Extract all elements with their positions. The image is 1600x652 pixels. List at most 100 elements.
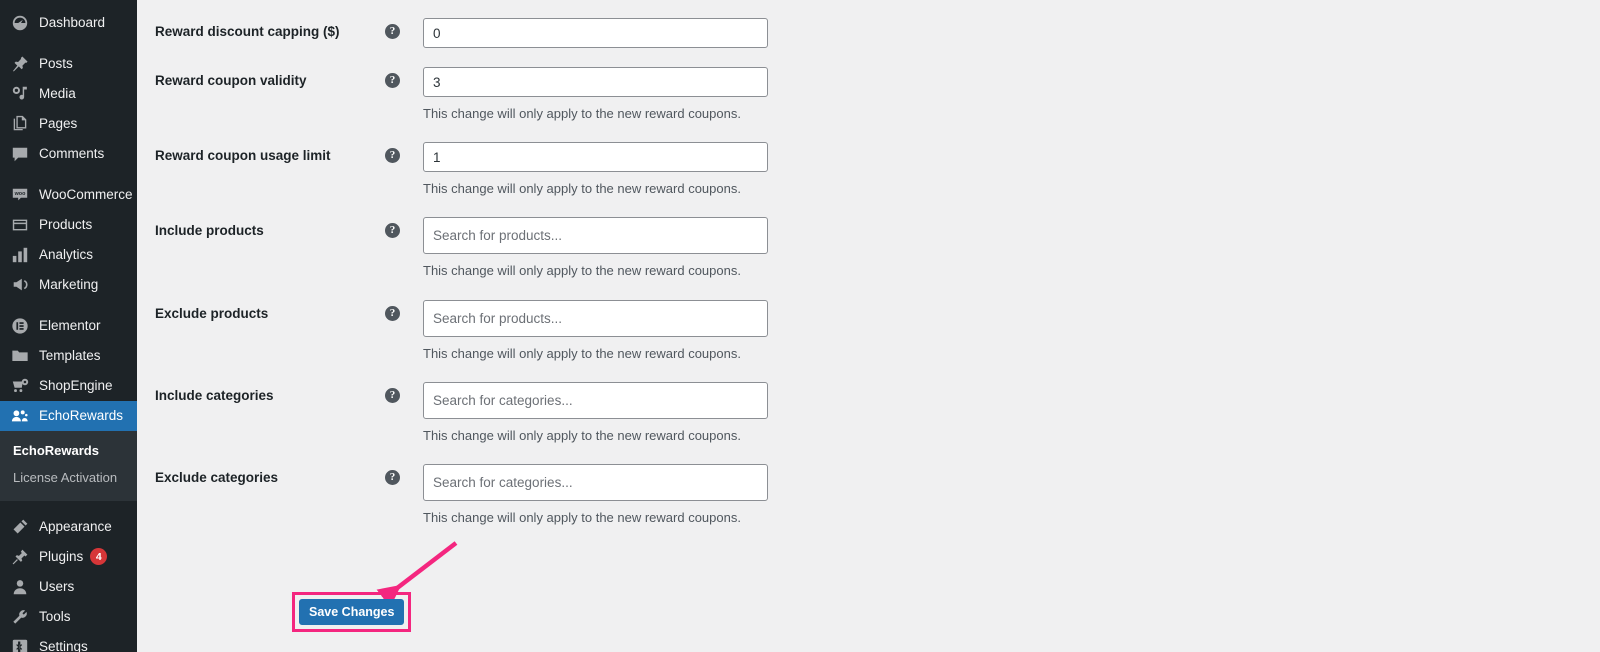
sidebar-item-marketing[interactable]: Marketing bbox=[0, 270, 137, 300]
sidebar-item-label: Elementor bbox=[39, 318, 101, 334]
sidebar-item-users[interactable]: Users bbox=[0, 572, 137, 602]
sidebar-item-label: EchoRewards bbox=[39, 408, 124, 424]
field-row-reward-coupon-validity: Reward coupon validity? This change will … bbox=[137, 67, 1600, 123]
sidebar-item-label: Tools bbox=[39, 609, 71, 625]
field-help-text: This change will only apply to the new r… bbox=[423, 263, 741, 279]
update-count-badge: 4 bbox=[90, 548, 108, 566]
field-row-include-categories: Include categories? This change will only… bbox=[137, 381, 1600, 445]
svg-text:woo: woo bbox=[14, 191, 26, 197]
help-tooltip-icon[interactable]: ? bbox=[385, 223, 400, 239]
dashboard-icon bbox=[10, 13, 30, 33]
field-help-text: This change will only apply to the new r… bbox=[423, 345, 741, 361]
sidebar-item-appearance[interactable]: Appearance bbox=[0, 512, 137, 542]
sidebar-item-label: Posts bbox=[39, 56, 73, 72]
field-label-reward-coupon-validity: Reward coupon validity bbox=[155, 73, 307, 88]
help-tooltip-icon[interactable]: ? bbox=[385, 148, 400, 164]
sidebar-item-label: Templates bbox=[39, 348, 101, 364]
field-control-exclude-products: This change will only apply to the new r… bbox=[423, 299, 1600, 363]
settings-form: Reward discount capping ($)?Reward coupo… bbox=[137, 18, 1600, 527]
sidebar-item-templates[interactable]: Templates bbox=[0, 341, 137, 371]
sidebar-item-settings[interactable]: Settings bbox=[0, 632, 137, 652]
help-column: ? bbox=[385, 464, 423, 485]
field-control-exclude-categories: This change will only apply to the new r… bbox=[423, 463, 1600, 527]
sidebar-item-analytics[interactable]: Analytics bbox=[0, 240, 137, 270]
sidebar-item-plugins[interactable]: Plugins 4 bbox=[0, 542, 137, 572]
number-input-reward-coupon-validity[interactable] bbox=[423, 67, 768, 97]
field-control-include-products: This change will only apply to the new r… bbox=[423, 217, 1600, 280]
save-changes-button[interactable]: Save Changes bbox=[299, 599, 405, 626]
field-row-exclude-categories: Exclude categories? This change will only… bbox=[137, 463, 1600, 527]
sidebar-item-posts[interactable]: Posts bbox=[0, 49, 137, 79]
sidebar-item-label: Media bbox=[39, 86, 76, 102]
sidebar-item-label: Marketing bbox=[39, 277, 99, 293]
admin-page: Dashboard Posts Media Pages Comments woo WooCo… bbox=[0, 0, 1600, 652]
search-input-exclude-categories[interactable] bbox=[423, 463, 768, 501]
sidebar-divider bbox=[0, 38, 137, 49]
help-tooltip-icon[interactable]: ? bbox=[385, 73, 400, 88]
help-tooltip-icon[interactable]: ? bbox=[385, 24, 400, 39]
sidebar-divider bbox=[0, 501, 137, 512]
sidebar-item-label: Settings bbox=[39, 639, 88, 652]
sidebar-item-label: ShopEngine bbox=[39, 378, 113, 394]
field-label-reward-discount-capping: Reward discount capping ($) bbox=[155, 24, 340, 39]
sidebar-item-label: Products bbox=[39, 217, 93, 233]
pin-icon bbox=[10, 54, 30, 74]
field-control-reward-coupon-usage-limit: This change will only apply to the new r… bbox=[423, 142, 1600, 198]
sidebar-item-echorewards[interactable]: EchoRewards bbox=[0, 401, 137, 431]
help-column: ? bbox=[385, 300, 423, 321]
sidebar-item-label: WooCommerce bbox=[39, 187, 133, 203]
woocommerce-icon: woo bbox=[10, 185, 30, 205]
field-label-exclude-categories: Exclude categories bbox=[155, 469, 279, 485]
field-row-include-products: Include products? This change will only a… bbox=[137, 217, 1600, 280]
field-help-text: This change will only apply to the new r… bbox=[423, 181, 741, 197]
save-button-highlight: Save Changes bbox=[292, 592, 412, 633]
field-control-reward-discount-capping bbox=[423, 18, 1600, 48]
number-input-reward-coupon-usage-limit[interactable] bbox=[423, 142, 768, 173]
help-tooltip-icon[interactable]: ? bbox=[385, 387, 400, 403]
echorewards-icon bbox=[10, 406, 30, 426]
field-label-include-categories: Include categories bbox=[155, 387, 274, 403]
field-help-text: This change will only apply to the new r… bbox=[423, 106, 741, 121]
field-row-reward-discount-capping: Reward discount capping ($)? bbox=[137, 18, 1600, 48]
number-input-reward-discount-capping[interactable] bbox=[423, 18, 768, 48]
field-help-text: This change will only apply to the new r… bbox=[423, 427, 741, 443]
field-label-reward-coupon-usage-limit: Reward coupon usage limit bbox=[155, 148, 331, 164]
search-input-exclude-products[interactable] bbox=[423, 299, 768, 337]
megaphone-icon bbox=[10, 275, 30, 295]
sidebar-submenu: EchoRewards License Activation bbox=[0, 431, 137, 501]
sidebar-item-comments[interactable]: Comments bbox=[0, 139, 137, 169]
sidebar-item-products[interactable]: Products bbox=[0, 210, 137, 240]
help-tooltip-icon[interactable]: ? bbox=[385, 305, 400, 321]
help-tooltip-icon[interactable]: ? bbox=[385, 469, 400, 485]
field-help-text: This change will only apply to the new r… bbox=[423, 509, 741, 525]
sidebar-divider bbox=[0, 300, 137, 311]
submenu-item-echorewards[interactable]: EchoRewards bbox=[0, 438, 137, 465]
field-row-reward-coupon-usage-limit: Reward coupon usage limit? This change wi… bbox=[137, 142, 1600, 198]
help-column: ? bbox=[385, 142, 423, 164]
sidebar-item-label: Dashboard bbox=[39, 15, 106, 31]
help-column: ? bbox=[385, 67, 423, 88]
sidebar-item-tools[interactable]: Tools bbox=[0, 602, 137, 632]
sidebar-item-media[interactable]: Media bbox=[0, 79, 137, 109]
field-label-exclude-products: Exclude products bbox=[155, 305, 269, 321]
sidebar-item-woocommerce[interactable]: woo WooCommerce bbox=[0, 180, 137, 210]
shopengine-icon bbox=[10, 376, 30, 396]
field-row-exclude-products: Exclude products? This change will only a… bbox=[137, 299, 1600, 363]
settings-icon bbox=[10, 637, 30, 652]
sidebar-item-label: Analytics bbox=[39, 247, 94, 263]
sidebar-item-shopengine[interactable]: ShopEngine bbox=[0, 371, 137, 401]
search-input-include-products[interactable] bbox=[423, 217, 768, 255]
sidebar-divider bbox=[0, 169, 137, 180]
sidebar-item-elementor[interactable]: Elementor bbox=[0, 311, 137, 341]
help-column: ? bbox=[385, 18, 423, 39]
sidebar-item-dashboard[interactable]: Dashboard bbox=[0, 8, 137, 38]
help-column: ? bbox=[385, 382, 423, 403]
sidebar-item-pages[interactable]: Pages bbox=[0, 109, 137, 139]
field-label-include-products: Include products bbox=[155, 223, 264, 239]
sidebar-bottom-menu: Appearance Plugins 4 Users Tools Settings bbox=[0, 512, 137, 652]
search-input-include-categories[interactable] bbox=[423, 381, 768, 419]
media-icon bbox=[10, 84, 30, 104]
submenu-item-license-activation[interactable]: License Activation bbox=[0, 465, 137, 492]
sidebar-item-label: Appearance bbox=[39, 519, 112, 535]
field-control-reward-coupon-validity: This change will only apply to the new r… bbox=[423, 67, 1600, 123]
